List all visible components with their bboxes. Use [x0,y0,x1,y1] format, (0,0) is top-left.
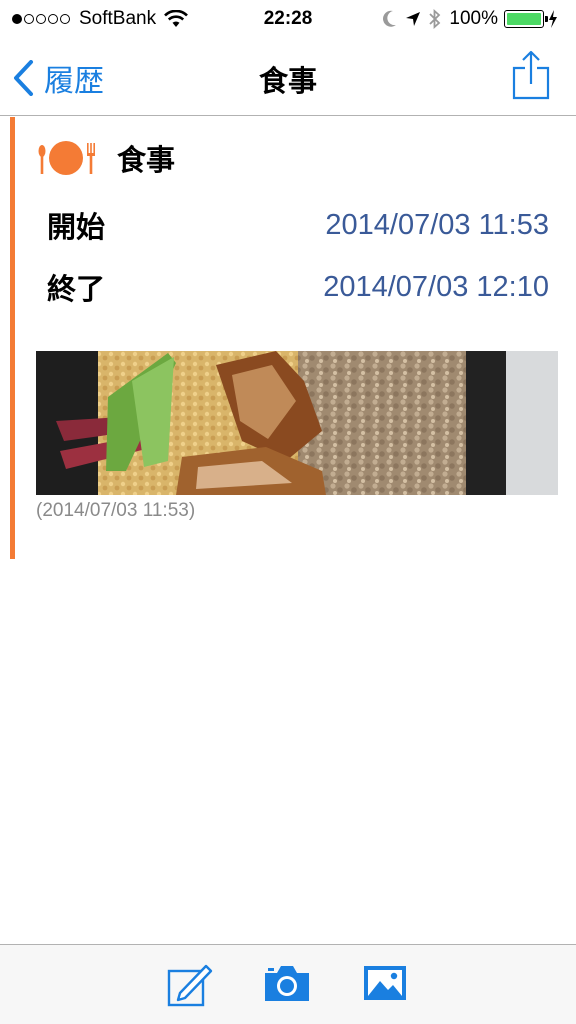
entry-title: 食事 [117,143,176,177]
navigation-bar: 履歴 食事 [0,38,576,116]
photo-library-icon [364,966,406,1000]
meal-plate-icon [38,141,95,175]
meal-photo[interactable] [36,351,558,495]
end-time-value: 2014/07/03 12:10 [323,270,549,303]
start-label: 開始 [47,210,106,244]
battery-fill [507,13,541,25]
edit-icon [167,964,213,1007]
share-icon [512,50,550,100]
page-title: 食事 [258,64,317,98]
end-label: 終了 [47,272,106,306]
battery-icon [504,10,548,28]
bottom-toolbar [0,944,576,1024]
entry-header: 食事 [37,137,175,179]
end-row: 終了 2014/07/03 12:10 [47,267,549,307]
status-right: 100% [383,8,566,30]
bluetooth-icon [429,9,441,29]
location-arrow-icon [406,12,421,26]
start-time-value: 2014/07/03 11:53 [325,208,549,241]
meal-photo-image [36,351,558,495]
share-button[interactable] [512,50,550,104]
status-bar: SoftBank 22:28 100% [0,0,576,38]
start-row: 開始 2014/07/03 11:53 [47,205,549,245]
photo-caption: (2014/07/03 11:53) [36,500,196,521]
charging-bolt-icon [549,10,557,28]
moon-icon [383,10,397,27]
edit-button[interactable] [166,963,214,1011]
camera-button[interactable] [263,963,311,1007]
meal-entry: 食事 開始 2014/07/03 11:53 終了 2014/07/03 12:… [10,117,576,559]
camera-icon [265,966,309,1001]
photo-library-button[interactable] [362,963,408,1007]
battery-percent: 100% [449,8,498,29]
